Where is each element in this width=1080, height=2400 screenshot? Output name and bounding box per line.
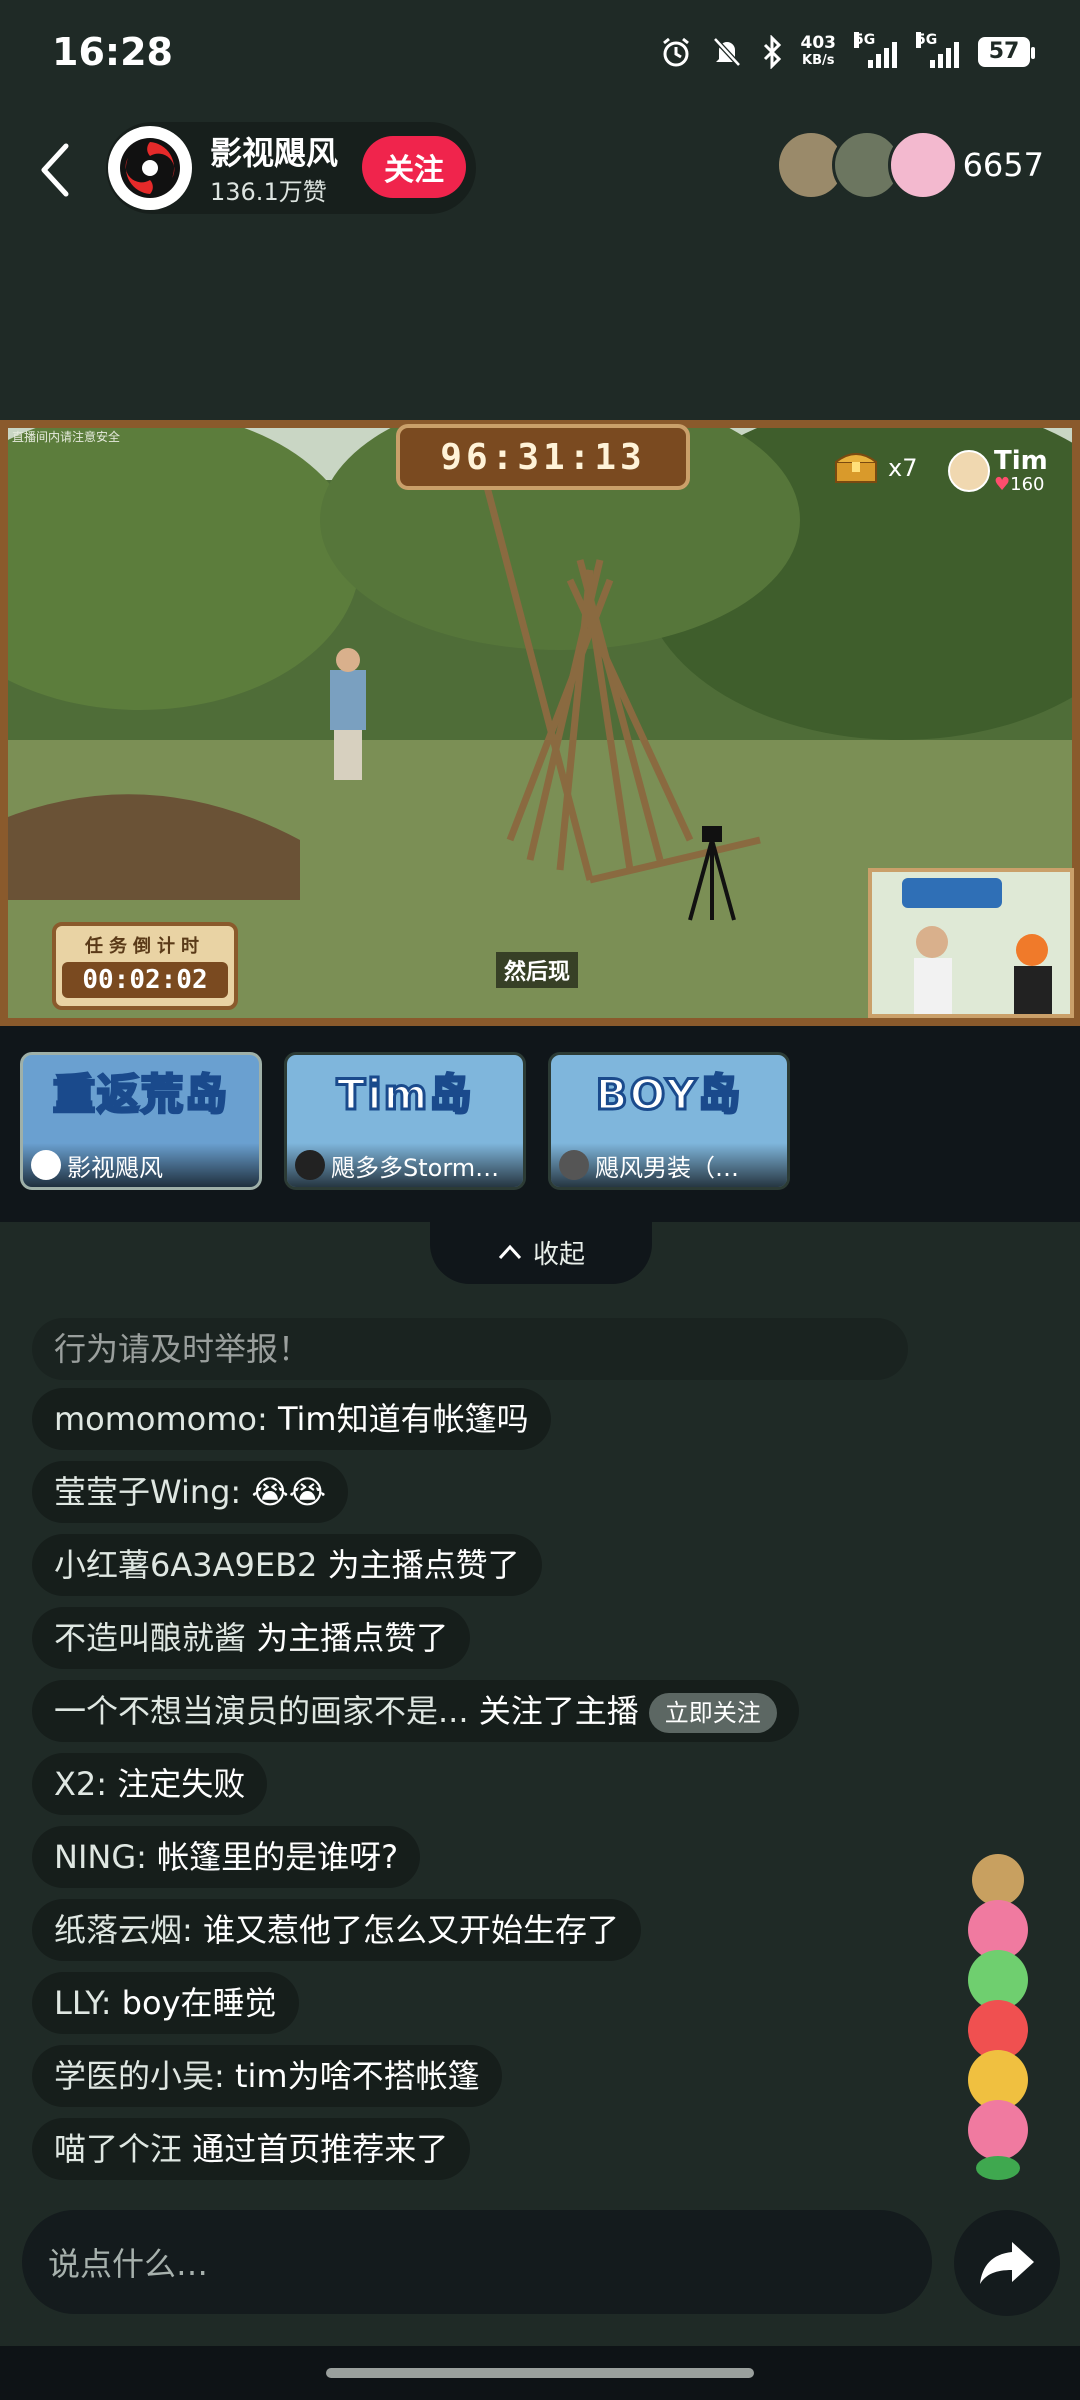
net-speed-unit: KB/s [802,53,835,68]
room-thumb-active[interactable]: 重返荒岛 影视飓风 [20,1052,262,1190]
tim-score-value: 160 [1010,474,1045,495]
chat-text: 😭😭 [251,1473,327,1511]
gift-effect-icon[interactable] [952,1850,1044,2180]
net-speed-value: 403 [800,33,837,53]
chat-nick[interactable]: 小红薯6A3A9EB2 [54,1546,328,1584]
chat-message: 莹莹子Wing: 😭😭 [32,1461,349,1523]
host-avatar[interactable] [108,126,192,210]
room-thumb-footer: 飓多多Storm… [287,1143,523,1187]
chevron-up-icon [498,1244,522,1260]
room-avatar [559,1150,589,1180]
battery-icon: 57 [978,37,1035,67]
chat-nick[interactable]: NING: [54,1838,157,1876]
chat-nick[interactable]: 学医的小吴: [54,2057,235,2095]
signal-2-icon: 5G [916,32,960,68]
alarm-icon [662,37,689,67]
chat-nick[interactable]: X2: [54,1765,117,1803]
net-speed: 403 KB/s [801,34,837,70]
share-button[interactable] [954,2210,1060,2316]
chat-text: 帐篷里的是谁呀? [157,1838,399,1876]
video-warning: 直播间内请注意安全 [12,430,121,444]
room-thumb-footer: 影视飓风 [23,1143,259,1187]
collapse-label: 收起 [532,1239,585,1270]
chat-nick[interactable]: 莹莹子Wing: [54,1473,251,1511]
pip-video[interactable] [868,868,1074,1018]
chat-message: LLY: boy在睡觉 [32,1972,299,2034]
tim-avatar [948,450,990,492]
chat-nick[interactable]: momomomo: [54,1400,278,1438]
room-avatar [31,1150,61,1180]
room-thumb-title: 重返荒岛 [51,1069,229,1121]
chat-message: X2: 注定失败 [32,1753,268,1815]
bluetooth-icon [763,35,781,69]
room-thumb-footer: 飓风男装（… [551,1143,787,1187]
chat-message: 学医的小吴: tim为啥不搭帐篷 [32,2045,502,2107]
host-likes: 136.1万赞 [210,178,327,206]
share-arrow-icon [980,2242,1034,2284]
chat-text: 行为请及时举报！ [54,1330,311,1368]
tim-score: ♥160 [994,474,1045,495]
tim-name: Tim [994,446,1048,476]
pip-scene [872,872,1070,1014]
chat-nick[interactable]: 不造叫酿就酱 [54,1619,256,1657]
status-icons: 403 KB/s 5G 5G 57 [659,32,1035,70]
room-thumb-name: 影视飓风 [67,1153,163,1182]
video-subtitle: 然后现 [496,952,579,988]
viewer-avatar[interactable] [888,130,958,200]
chest-count: x7 [888,454,918,482]
signal-2-label: 5G [916,32,938,48]
chat-message: 喵了个汪 通过首页推荐来了 [32,2118,471,2180]
signal-1-icon: 5G [854,32,898,68]
collapse-button[interactable]: 收起 [430,1220,652,1284]
back-arrow-icon[interactable] [36,140,76,200]
follow-now-button[interactable]: 立即关注 [648,1693,777,1733]
chat-text: 关注了主播 [478,1692,639,1730]
chat-nick[interactable]: 喵了个汪 [54,2130,192,2168]
room-thumb[interactable]: Tim岛 飓多多Storm… [284,1052,526,1190]
treasure-chest-icon[interactable] [834,450,878,484]
chat-message: 小红薯6A3A9EB2 为主播点赞了 [32,1534,542,1596]
chat-message: 行为请及时举报！ [32,1318,908,1380]
chat-message: NING: 帐篷里的是谁呀? [32,1826,421,1888]
chat-message: 一个不想当演员的画家不是... 关注了主播 立即关注 [32,1680,799,1742]
chat-message: 纸落云烟: 谁又惹他了怎么又开始生存了 [32,1899,641,1961]
follow-button[interactable]: 关注 [362,136,466,198]
chat-nick[interactable]: LLY: [54,1984,122,2022]
heart-icon: ♥ [994,474,1011,495]
room-thumb-name: 飓风男装（… [595,1153,739,1182]
room-avatar [295,1150,325,1180]
chat-text: Tim知道有帐篷吗 [277,1400,529,1438]
chat-nick[interactable]: 一个不想当演员的画家不是... [54,1692,479,1730]
room-thumb-name: 飓多多Storm… [331,1153,500,1182]
chat-text: 为主播点赞了 [256,1619,449,1657]
countdown-timer: 96:31:13 [396,424,690,490]
viewer-count[interactable]: 6657 [963,146,1044,184]
comment-input[interactable]: 说点什么… [22,2210,932,2314]
chat-text: 谁又惹他了怎么又开始生存了 [202,1911,619,1949]
room-thumb-title: BOY岛 [594,1069,743,1121]
chat-text: 通过首页推荐来了 [192,2130,449,2168]
mute-bell-icon [712,37,741,67]
task-countdown-time: 00:02:02 [62,962,228,998]
task-countdown-label: 任务倒计时 [85,936,205,957]
chat-text: boy在睡觉 [121,1984,277,2022]
room-thumb[interactable]: BOY岛 飓风男装（… [548,1052,790,1190]
host-name[interactable]: 影视飓风 [210,128,338,174]
chat-text: tim为啥不搭帐篷 [234,2057,480,2095]
chat-nick[interactable]: 纸落云烟: [54,1911,203,1949]
chat-message: 不造叫酿就酱 为主播点赞了 [32,1607,471,1669]
home-indicator[interactable] [326,2368,754,2378]
room-thumb-title: Tim岛 [335,1069,474,1121]
chat-text: 注定失败 [117,1765,246,1803]
chat-message: momomomo: Tim知道有帐篷吗 [32,1388,551,1450]
chat-text: 为主播点赞了 [327,1546,520,1584]
host-logo-icon [110,128,190,208]
status-time: 16:28 [52,30,173,74]
signal-1-label: 5G [854,32,876,48]
